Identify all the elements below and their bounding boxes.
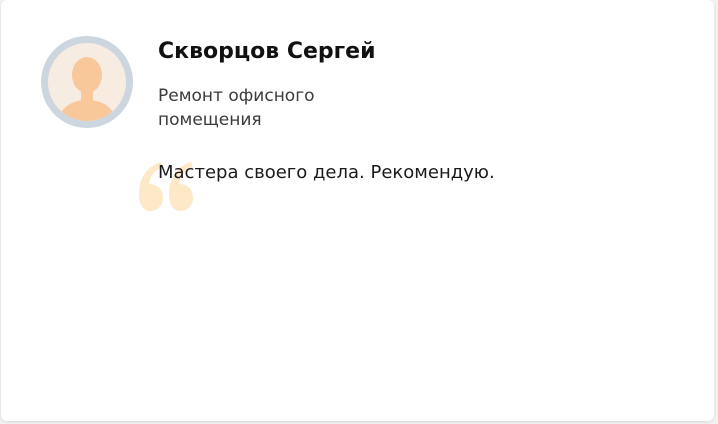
avatar (41, 36, 133, 128)
review-card: Скворцов Сергей Ремонт офисного помещени… (1, 0, 714, 421)
review-text: Мастера своего дела. Рекомендую. (158, 162, 495, 183)
service-type: Ремонт офисного помещения (158, 86, 315, 130)
reviewer-name: Скворцов Сергей (158, 39, 376, 64)
